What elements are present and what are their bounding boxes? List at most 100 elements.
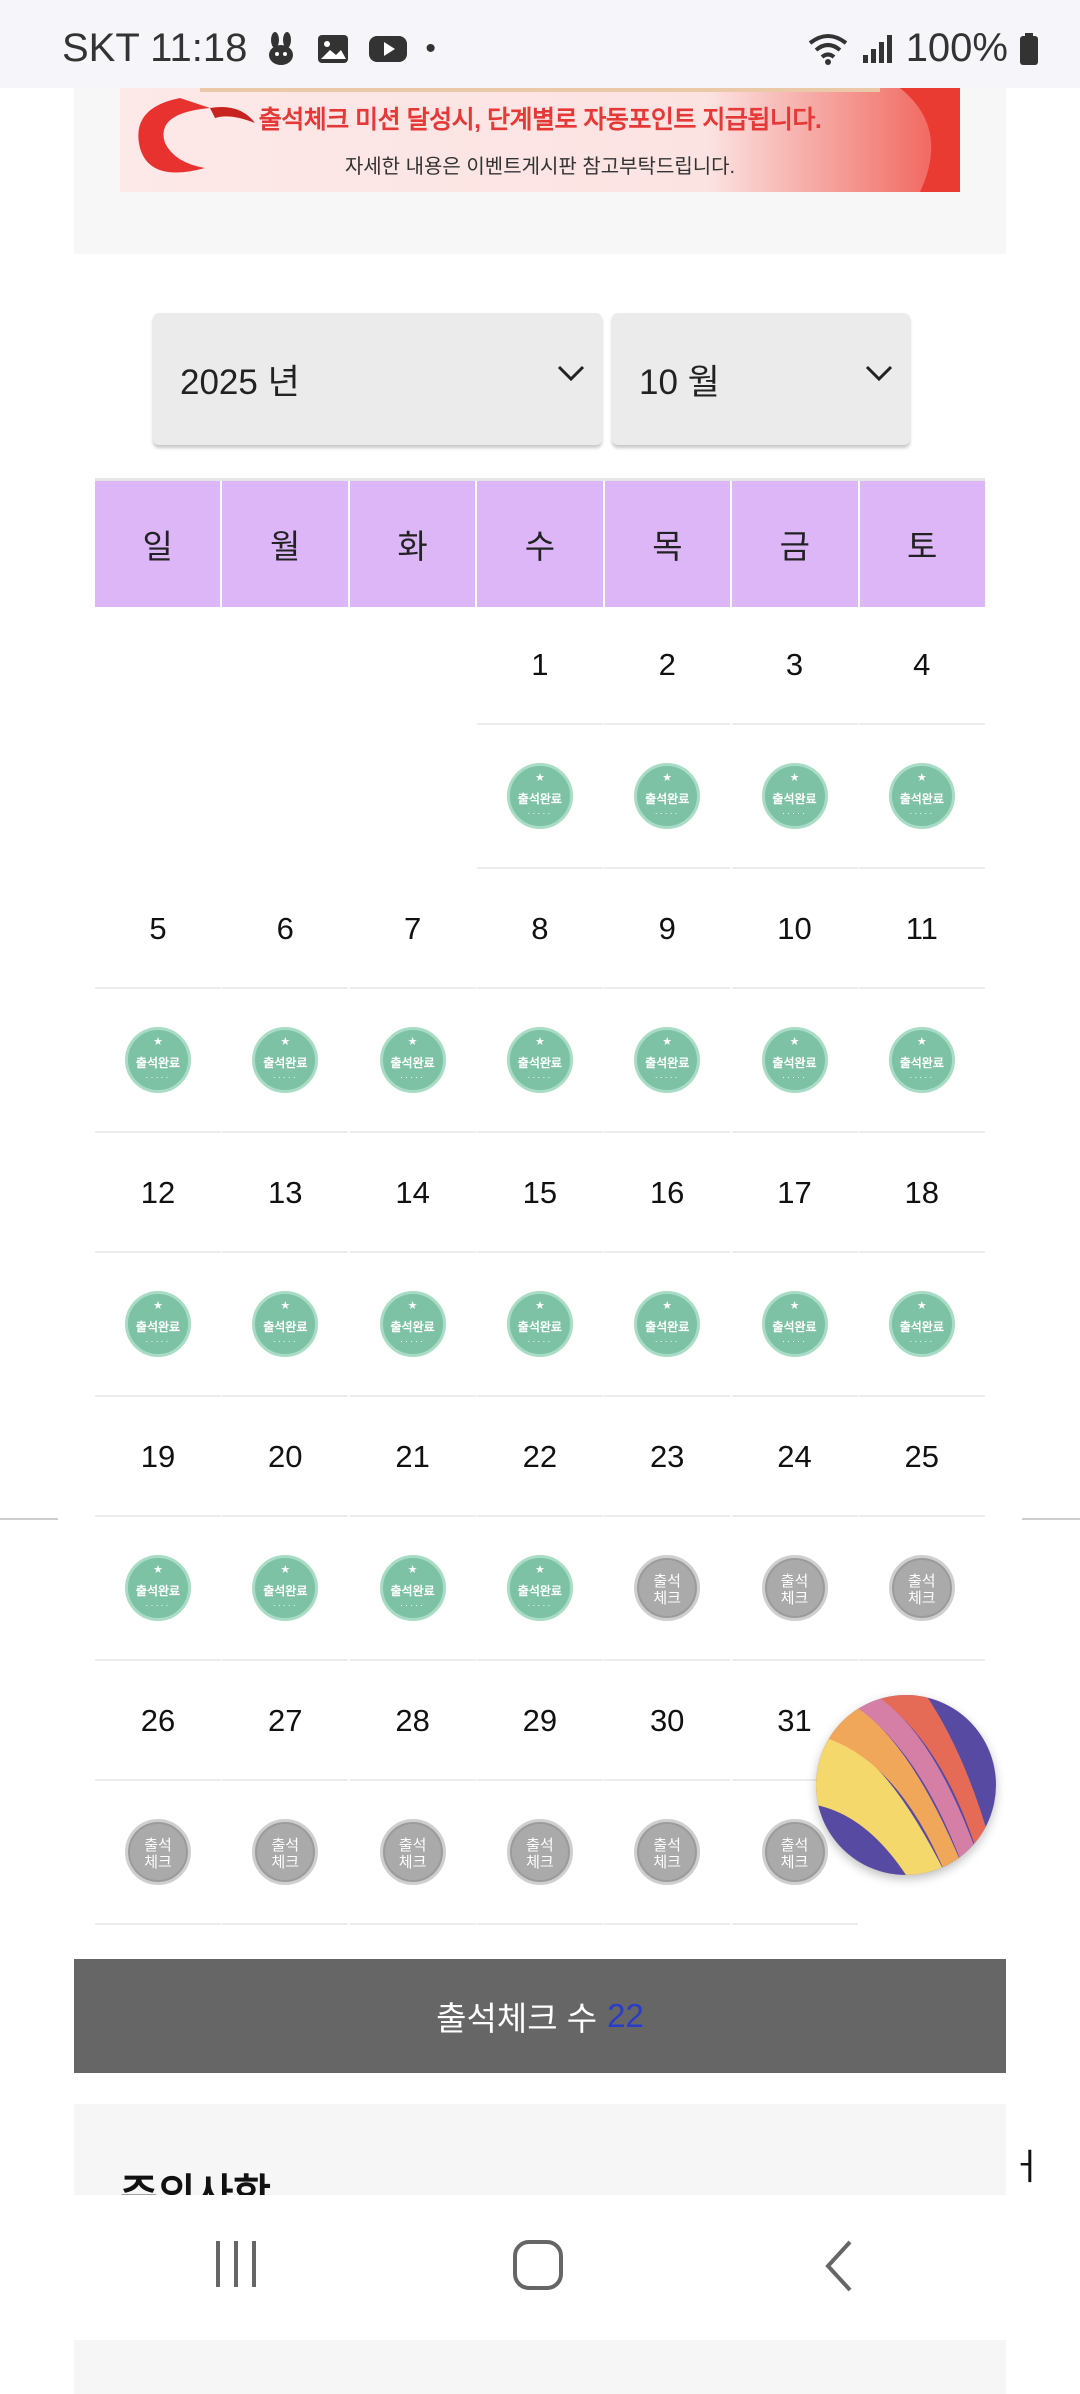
stamp-dots: ····· <box>654 1072 680 1082</box>
battery-percent: 100% <box>905 26 1008 70</box>
calendar-date[interactable]: 21 <box>349 1399 476 1517</box>
calendar-date[interactable]: 5 <box>95 871 221 989</box>
calendar-date[interactable]: 3 <box>731 607 858 725</box>
calendar-date[interactable]: 17 <box>731 1135 858 1253</box>
stamp-cell: ★ 출석완료 ····· <box>476 725 603 869</box>
calendar-date[interactable]: 13 <box>222 1135 349 1253</box>
month-select[interactable]: 10 월 <box>612 313 910 445</box>
attendance-done-stamp-icon: ★ 출석완료 ····· <box>888 763 955 829</box>
calendar-date[interactable]: 1 <box>476 607 603 725</box>
attendance-check-stamp-icon: 출석 체크 <box>634 1555 701 1621</box>
calendar-date[interactable]: 11 <box>858 871 985 989</box>
home-icon[interactable] <box>512 2239 564 2296</box>
notification-dot: • <box>425 31 436 65</box>
calendar-date[interactable]: 4 <box>858 607 985 725</box>
calendar-date[interactable]: 6 <box>222 871 349 989</box>
stamp-cell: ★ 출석완료 ····· <box>604 989 731 1133</box>
star-icon: ★ <box>789 772 800 784</box>
calendar-date[interactable]: 25 <box>858 1399 985 1517</box>
attendance-done-stamp-icon: ★ 출석완료 ····· <box>634 763 701 829</box>
stamp-cell: ★ 출석완료 ····· <box>858 1253 985 1397</box>
stamp-label: 출석 체크 <box>765 1837 825 1871</box>
star-icon: ★ <box>280 1300 291 1312</box>
attendance-done-stamp-icon: ★ 출석완료 ····· <box>125 1027 191 1093</box>
stamp-cell: ★ 출석완료 ····· <box>95 1517 221 1661</box>
weekday-sun: 일 <box>95 481 221 607</box>
stamp-dots: ····· <box>145 1072 171 1082</box>
calendar-date[interactable]: 26 <box>95 1663 221 1781</box>
stamp-label: 출석 체크 <box>765 1573 825 1607</box>
star-icon: ★ <box>534 772 545 784</box>
carrier-time: SKT 11:18 <box>62 26 248 70</box>
year-select[interactable]: 2025 년 <box>153 313 602 445</box>
star-icon: ★ <box>153 1300 163 1312</box>
stamp-cell: ★ 출석완료 ····· <box>731 725 858 869</box>
left-edge-divider <box>0 1518 58 1520</box>
stamp-dots: ····· <box>527 808 553 818</box>
stamp-dots: ····· <box>782 1072 807 1082</box>
stamp-dots: ····· <box>909 808 935 818</box>
calendar-date[interactable]: 27 <box>222 1663 349 1781</box>
attendance-done-stamp-icon: ★ 출석완료 ····· <box>761 1291 828 1357</box>
calendar-date[interactable]: 23 <box>604 1399 731 1517</box>
calendar-date[interactable]: 16 <box>604 1135 731 1253</box>
attendance-done-stamp-icon: ★ 출석완료 ····· <box>506 763 573 829</box>
calendar-date[interactable]: 18 <box>858 1135 985 1253</box>
stamp-dots: ····· <box>272 1072 298 1082</box>
star-icon: ★ <box>407 1300 418 1312</box>
stamp-label-line1: 출석 <box>398 1837 427 1854</box>
calendar-date[interactable]: 19 <box>95 1399 221 1517</box>
chevron-down-icon <box>864 363 894 388</box>
calendar-date[interactable]: 24 <box>731 1399 858 1517</box>
stamp-label: 출석 체크 <box>637 1837 697 1871</box>
stamp-dots: ····· <box>145 1600 171 1610</box>
stamp-label-line1: 출석 <box>907 1573 936 1590</box>
event-banner[interactable]: 출석체크 미션 달성시, 단계별로 자동포인트 지급됩니다. 자세한 내용은 이… <box>120 88 960 192</box>
stamp-label-line2: 체크 <box>653 1854 681 1871</box>
stamp-dots: ····· <box>145 1336 171 1346</box>
calendar-date[interactable]: 22 <box>476 1399 603 1517</box>
floating-app-button[interactable] <box>816 1695 996 1875</box>
star-icon: ★ <box>534 1300 545 1312</box>
stamp-label: 출석완료 <box>517 1320 562 1334</box>
back-icon[interactable] <box>822 2239 856 2298</box>
calendar-date[interactable]: 20 <box>222 1399 349 1517</box>
star-icon: ★ <box>916 1036 927 1048</box>
attendance-done-stamp-icon: ★ 출석완료 ····· <box>252 1555 319 1621</box>
calendar-date[interactable]: 8 <box>476 871 603 989</box>
calendar-date[interactable]: 14 <box>349 1135 476 1253</box>
stamp-dots: ····· <box>400 1072 426 1082</box>
calendar-date[interactable]: 28 <box>349 1663 476 1781</box>
star-icon: ★ <box>534 1036 545 1048</box>
attendance-done-stamp-icon: ★ 출석완료 ····· <box>506 1027 573 1093</box>
star-icon: ★ <box>153 1036 163 1048</box>
stamp-label: 출석완료 <box>135 1320 181 1334</box>
stamp-cell: ★ 출석완료 ····· <box>858 989 985 1133</box>
calendar-date[interactable]: 9 <box>604 871 731 989</box>
stamp-dots: ····· <box>654 1336 680 1346</box>
calendar-date[interactable]: 15 <box>476 1135 603 1253</box>
stamp-label-line1: 출석 <box>526 1837 554 1854</box>
stamp-cell: 출석 체크 <box>476 1781 603 1925</box>
attendance-done-stamp-icon: ★ 출석완료 ····· <box>125 1291 191 1357</box>
star-icon: ★ <box>789 1300 800 1312</box>
stamp-cell: ★ 출석완료 ····· <box>604 1253 731 1397</box>
stamp-cell <box>222 725 348 869</box>
side-text-fragment: ㅓ <box>1010 2146 1044 2187</box>
calendar-date[interactable]: 30 <box>604 1663 731 1781</box>
month-select-value: 10 월 <box>639 362 720 402</box>
stamp-label: 출석 체크 <box>383 1837 443 1871</box>
stamp-label-line1: 출석 <box>653 1573 681 1590</box>
system-nav-bar <box>0 2195 1080 2340</box>
calendar-date[interactable]: 2 <box>604 607 731 725</box>
calendar-date[interactable]: 10 <box>731 871 858 989</box>
star-icon: ★ <box>662 772 673 784</box>
calendar-date[interactable]: 29 <box>476 1663 603 1781</box>
stamp-cell: ★ 출석완료 ····· <box>95 989 221 1133</box>
weekday-wed: 수 <box>477 481 603 607</box>
calendar-date[interactable]: 7 <box>349 871 476 989</box>
attendance-done-stamp-icon: ★ 출석완료 ····· <box>761 1027 828 1093</box>
recent-apps-icon[interactable] <box>212 2239 260 2294</box>
calendar-date[interactable]: 12 <box>95 1135 221 1253</box>
stamp-label: 출석완료 <box>645 792 690 806</box>
